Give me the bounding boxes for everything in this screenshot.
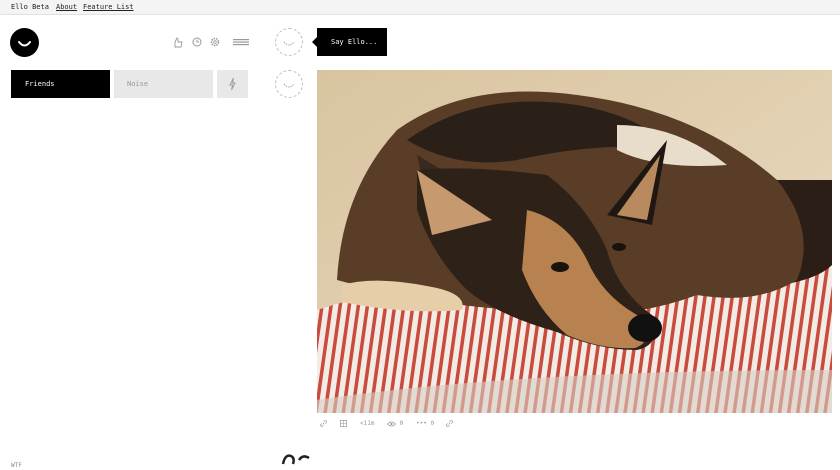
- grid-icon: [340, 420, 347, 427]
- app-title: Ello Beta: [11, 3, 49, 11]
- next-post-fragment: [281, 450, 313, 470]
- grid-icon-wrap[interactable]: [340, 419, 347, 429]
- link-icon: [320, 420, 327, 427]
- post-author-avatar[interactable]: [275, 70, 303, 98]
- lightning-icon: [229, 77, 236, 91]
- comment-dots-icon: •••: [416, 420, 427, 427]
- feature-list-link[interactable]: Feature List: [83, 0, 134, 14]
- post-image[interactable]: [317, 70, 832, 413]
- avatar-smile-icon: [283, 83, 295, 88]
- gear-icon[interactable]: [209, 36, 221, 48]
- friends-button[interactable]: Friends: [11, 70, 110, 98]
- views-count: 0: [386, 419, 404, 429]
- user-avatar[interactable]: [275, 28, 303, 56]
- permalink-icon-wrap[interactable]: [320, 419, 327, 429]
- comments-value: 0: [430, 420, 435, 427]
- eye-icon: [386, 421, 397, 426]
- about-link[interactable]: About: [56, 0, 77, 14]
- partial-glyph: [281, 454, 310, 465]
- menu-icon[interactable]: [233, 36, 249, 48]
- dog-photo: [317, 70, 832, 413]
- share-icon-wrap[interactable]: [446, 419, 453, 429]
- say-ello-input[interactable]: Say Ello...: [312, 28, 387, 56]
- comments-count[interactable]: ••• 0: [416, 419, 434, 429]
- avatar-smile-icon: [283, 41, 295, 46]
- post-timestamp[interactable]: <11m: [360, 419, 374, 429]
- share-icon: [446, 420, 453, 427]
- clock-icon[interactable]: [191, 36, 203, 48]
- hand-icon[interactable]: [172, 36, 184, 48]
- post-time: 11m: [363, 420, 375, 427]
- discover-button[interactable]: [217, 70, 248, 98]
- wtf-link[interactable]: WTF: [11, 462, 22, 469]
- smile-icon: [18, 41, 31, 47]
- noise-button[interactable]: Noise: [114, 70, 213, 98]
- ello-logo[interactable]: [10, 28, 39, 57]
- views-value: 0: [399, 420, 404, 427]
- top-bar: Ello Beta About Feature List: [0, 0, 840, 15]
